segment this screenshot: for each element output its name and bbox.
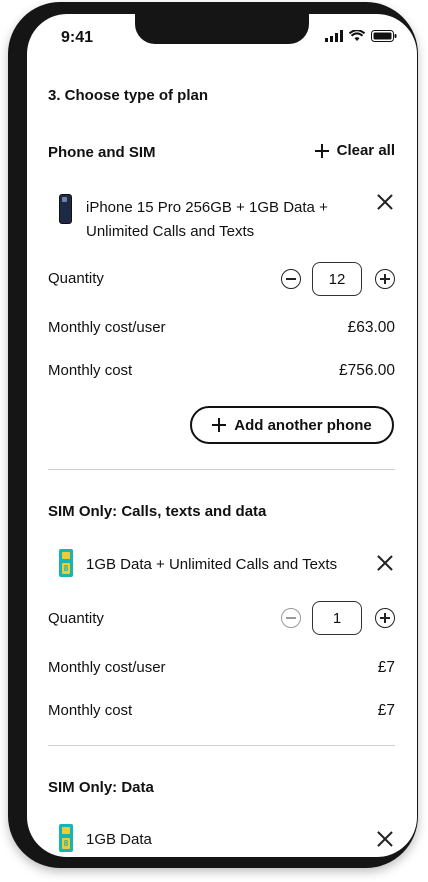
monthly-cost-value: £756.00 <box>338 362 395 379</box>
data-plan-name: 1GB Data <box>86 831 152 848</box>
monthly-cost-value: £7 <box>377 702 395 719</box>
signal-icon <box>325 30 343 42</box>
monthly-cost-user-label: Monthly cost/user <box>48 659 166 676</box>
divider <box>48 469 395 470</box>
remove-data-close-icon[interactable] <box>377 831 393 847</box>
screen: 9:41 3. Choose type of plan Phone and SI… <box>27 14 417 857</box>
quantity-label: Quantity <box>48 610 104 627</box>
wifi-icon <box>349 30 365 41</box>
plus-circle-icon[interactable] <box>375 608 395 628</box>
quantity-label: Quantity <box>48 270 104 287</box>
clear-all-button[interactable]: Clear all <box>314 142 395 159</box>
monthly-cost-user-label: Monthly cost/user <box>48 319 166 336</box>
battery-icon <box>371 30 397 42</box>
monthly-cost-user-value: £7 <box>377 659 395 676</box>
sim-card-icon: 8 <box>59 549 73 577</box>
section-title-phone: Phone and SIM <box>48 144 156 161</box>
status-icons <box>325 30 397 42</box>
phone-plan-line2: Unlimited Calls and Texts <box>86 223 255 240</box>
plus-circle-icon[interactable] <box>375 269 395 289</box>
add-another-phone-button[interactable]: Add another phone <box>190 406 394 444</box>
section-title-sim-only: SIM Only: Calls, texts and data <box>48 503 267 520</box>
step-title: 3. Choose type of plan <box>48 87 209 104</box>
monthly-cost-user-value: £63.00 <box>347 319 395 336</box>
remove-sim-close-icon[interactable] <box>377 555 393 571</box>
phone-plan-name: iPhone 15 Pro 256GB + 1GB Data + Unlimit… <box>86 196 328 244</box>
clear-all-label: Clear all <box>336 142 395 159</box>
remove-phone-close-icon[interactable] <box>377 194 393 210</box>
minus-circle-icon[interactable] <box>281 269 301 289</box>
divider <box>48 745 395 746</box>
phone-plan-line1: iPhone 15 Pro 256GB + 1GB Data + <box>86 199 328 216</box>
monthly-cost-label: Monthly cost <box>48 702 133 719</box>
sim-card-icon: 8 <box>59 824 73 852</box>
quantity-field[interactable]: 1 <box>312 601 362 635</box>
plus-icon <box>212 418 227 432</box>
status-time: 9:41 <box>61 29 94 46</box>
sim-plan-name: 1GB Data + Unlimited Calls and Texts <box>86 556 338 573</box>
monthly-cost-label: Monthly cost <box>48 362 133 379</box>
add-another-phone-label: Add another phone <box>234 416 372 434</box>
minus-circle-icon[interactable] <box>281 608 301 628</box>
plus-icon <box>314 143 329 158</box>
device-frame: 9:41 3. Choose type of plan Phone and SI… <box>8 2 418 868</box>
section-title-data: SIM Only: Data <box>48 779 154 796</box>
notch <box>135 14 309 44</box>
quantity-field[interactable]: 12 <box>312 262 362 296</box>
iphone-icon <box>59 194 72 224</box>
